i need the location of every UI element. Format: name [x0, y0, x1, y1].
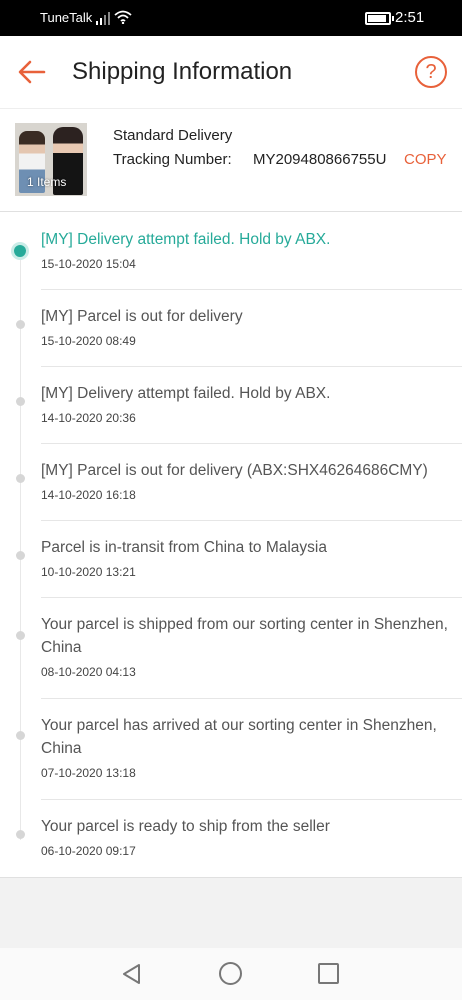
divider — [41, 799, 462, 800]
timeline-dot — [16, 474, 25, 483]
wifi-icon — [114, 10, 132, 24]
signal-icon — [96, 12, 110, 25]
timeline-dot — [16, 830, 25, 839]
event-time: 07-10-2020 13:18 — [41, 766, 136, 780]
event-time: 14-10-2020 16:18 — [41, 488, 136, 502]
tracking-number: MY209480866755U — [253, 151, 387, 168]
event-description: Your parcel is ready to ship from the se… — [41, 818, 330, 835]
event-description: [MY] Delivery attempt failed. Hold by AB… — [41, 385, 331, 402]
event-time: 08-10-2020 04:13 — [41, 665, 136, 679]
event-description: [MY] Delivery attempt failed. Hold by AB… — [41, 231, 331, 248]
divider — [41, 597, 462, 598]
product-thumbnail[interactable]: 1 Items — [15, 123, 87, 196]
timeline-dot — [16, 320, 25, 329]
page-title: Shipping Information — [72, 58, 293, 85]
battery-icon — [365, 12, 394, 25]
triangle-back-icon[interactable] — [120, 962, 144, 986]
event-time: 10-10-2020 13:21 — [41, 565, 136, 579]
status-bar: TuneTalk 2:51 — [0, 0, 462, 36]
event-description: [MY] Parcel is out for delivery (ABX:SHX… — [41, 462, 428, 479]
event-description: [MY] Parcel is out for delivery — [41, 308, 243, 325]
event-time: 14-10-2020 20:36 — [41, 411, 136, 425]
divider — [41, 443, 462, 444]
arrow-left-icon[interactable] — [16, 56, 48, 88]
event-description: Parcel is in-transit from China to Malay… — [41, 539, 327, 556]
divider — [41, 289, 462, 290]
event-time: 15-10-2020 08:49 — [41, 334, 136, 348]
event-description: Your parcel has arrived at our sorting c… — [41, 717, 437, 757]
app-header: Shipping Information ? — [0, 36, 462, 108]
circle-home-icon[interactable] — [219, 962, 242, 985]
tracking-timeline: [MY] Delivery attempt failed. Hold by AB… — [0, 212, 462, 878]
system-nav-bar — [0, 948, 462, 1000]
timeline-dot — [16, 397, 25, 406]
timeline-dot — [16, 631, 25, 640]
divider — [41, 698, 462, 699]
square-recents-icon[interactable] — [318, 963, 339, 984]
question-circle-icon[interactable]: ? — [415, 56, 447, 88]
event-description: Your parcel is shipped from our sorting … — [41, 616, 448, 656]
tracking-label: Tracking Number: — [113, 151, 232, 168]
timeline-line — [20, 250, 21, 840]
timeline-dot-active — [14, 245, 26, 257]
timeline-dot — [16, 731, 25, 740]
carrier-name: TuneTalk — [40, 10, 93, 25]
delivery-method: Standard Delivery — [113, 127, 233, 144]
event-time: 06-10-2020 09:17 — [41, 844, 136, 858]
clock: 2:51 — [395, 9, 425, 26]
divider — [41, 520, 462, 521]
shipment-summary: 1 Items Standard Delivery Tracking Numbe… — [0, 108, 462, 212]
item-count: 1 Items — [27, 175, 67, 189]
divider — [41, 366, 462, 367]
timeline-dot — [16, 551, 25, 560]
event-time: 15-10-2020 15:04 — [41, 257, 136, 271]
copy-button[interactable]: COPY — [404, 151, 447, 168]
